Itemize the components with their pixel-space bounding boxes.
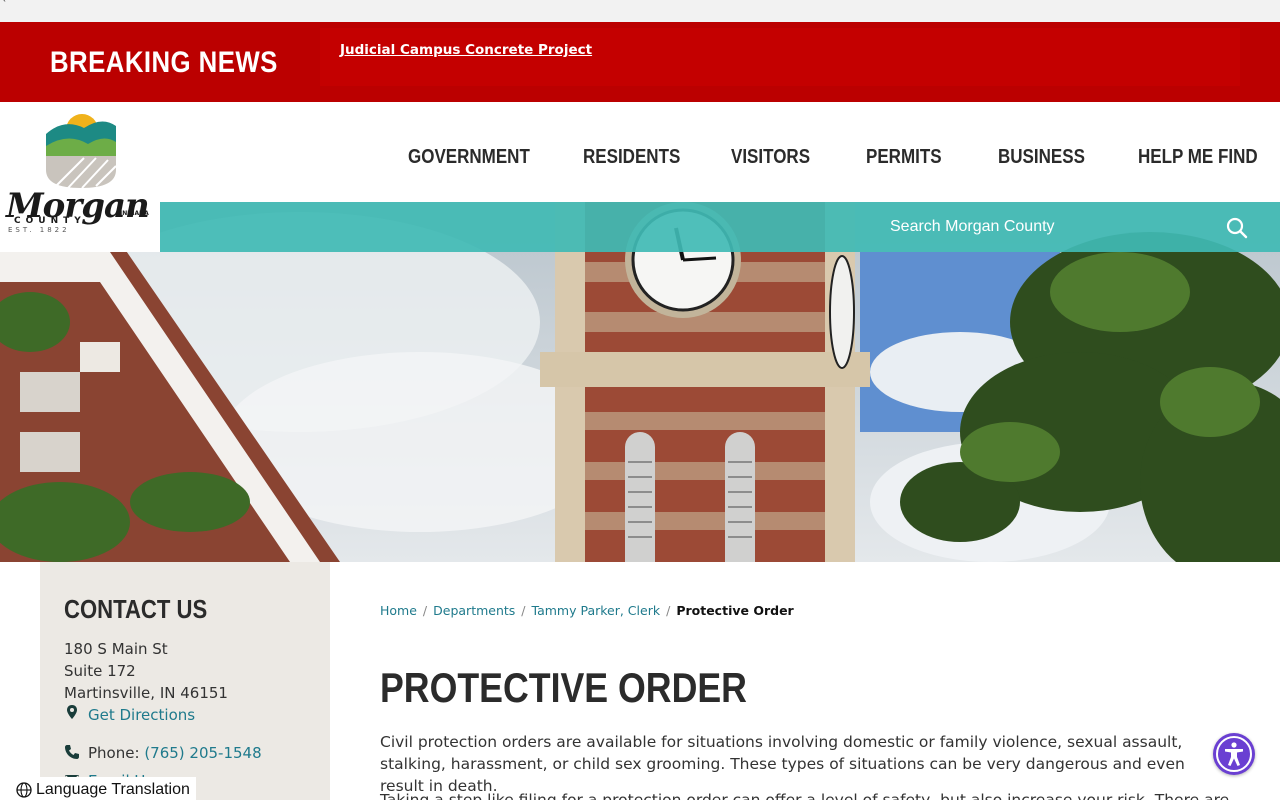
search-bar bbox=[160, 202, 1280, 252]
language-translation-button[interactable]: Language Translation bbox=[10, 777, 196, 800]
nav-business[interactable]: BUSINESS bbox=[998, 146, 1085, 169]
nav-help-me-find[interactable]: HELP ME FIND bbox=[1138, 146, 1258, 169]
hero-image bbox=[0, 202, 1280, 562]
intro-paragraph: Civil protection orders are available fo… bbox=[380, 733, 1185, 795]
breadcrumb-separator: / bbox=[422, 603, 428, 618]
nav-government[interactable]: GOVERNMENT bbox=[408, 146, 530, 169]
phone-link[interactable]: (765) 205-1548 bbox=[144, 744, 261, 762]
contact-sidebar: CONTACT US 180 S Main St Suite 172 Marti… bbox=[40, 562, 330, 800]
main-nav: GOVERNMENT RESIDENTS VISITORS PERMITS BU… bbox=[360, 102, 1280, 202]
courthouse-clock-tower-photo bbox=[0, 202, 1280, 562]
accessibility-icon bbox=[1216, 736, 1252, 772]
breaking-news-banner: BREAKING NEWS Judicial Campus Concrete P… bbox=[0, 22, 1280, 102]
stray-mark: ` bbox=[2, 0, 8, 11]
breadcrumb-separator: / bbox=[666, 603, 671, 618]
breadcrumb-departments[interactable]: Departments bbox=[433, 603, 515, 618]
breaking-news-label: BREAKING NEWS bbox=[50, 46, 278, 79]
logo-state: INDIANA bbox=[120, 210, 149, 217]
page-title: PROTECTIVE ORDER bbox=[380, 664, 747, 711]
address-line-2: Suite 172 bbox=[64, 662, 136, 680]
nav-residents[interactable]: RESIDENTS bbox=[583, 146, 680, 169]
nav-visitors[interactable]: VISITORS bbox=[731, 146, 810, 169]
second-paragraph: Taking a step like filing for a protecti… bbox=[380, 791, 1230, 800]
breadcrumb-separator: / bbox=[521, 603, 526, 618]
language-translation-label: Language Translation bbox=[36, 780, 190, 798]
logo-established: EST. 1822 bbox=[8, 226, 70, 234]
globe-icon bbox=[16, 781, 32, 798]
top-strip: ` bbox=[0, 0, 1280, 22]
address-line-1: 180 S Main St bbox=[64, 640, 168, 658]
breadcrumb-current: Protective Order bbox=[676, 603, 794, 618]
breaking-news-panel: Judicial Campus Concrete Project bbox=[320, 28, 1240, 86]
phone-label: Phone: bbox=[88, 744, 140, 762]
contact-title: CONTACT US bbox=[64, 594, 208, 624]
phone-icon bbox=[65, 745, 79, 759]
breadcrumb: Home / Departments / Tammy Parker, Clerk / Pro… bbox=[380, 603, 794, 618]
search-input[interactable] bbox=[890, 214, 1210, 240]
breadcrumb-clerk[interactable]: Tammy Parker, Clerk bbox=[532, 603, 661, 618]
breaking-news-link[interactable]: Judicial Campus Concrete Project bbox=[340, 42, 592, 58]
accessibility-button[interactable] bbox=[1213, 733, 1255, 775]
nav-permits[interactable]: PERMITS bbox=[866, 146, 942, 169]
address-line-3: Martinsville, IN 46151 bbox=[64, 684, 228, 702]
map-pin-icon bbox=[67, 705, 77, 719]
logo-county: COUNTY bbox=[14, 216, 86, 226]
morgan-county-logo-mark bbox=[46, 114, 117, 189]
site-logo[interactable]: Morgan COUNTY INDIANA EST. 1822 bbox=[0, 102, 160, 252]
get-directions-link[interactable]: Get Directions bbox=[88, 706, 195, 724]
breadcrumb-home[interactable]: Home bbox=[380, 603, 417, 618]
search-icon[interactable] bbox=[1226, 217, 1248, 239]
